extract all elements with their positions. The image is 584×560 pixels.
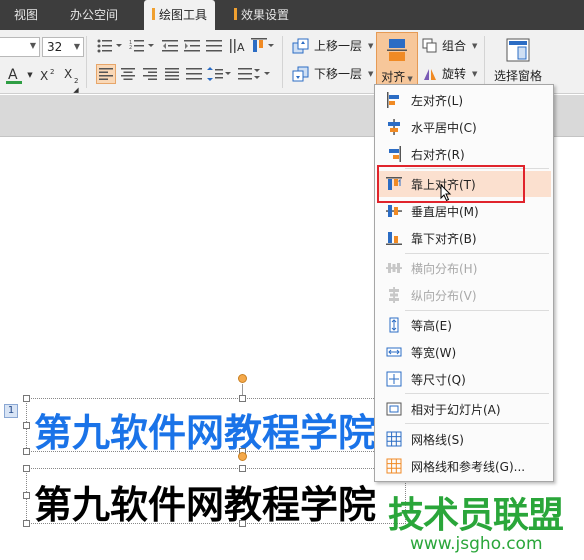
- align-icon: [387, 39, 407, 61]
- paragraph-spacing-icon[interactable]: [236, 64, 272, 84]
- group-icon: [422, 38, 437, 53]
- rotate-button[interactable]: 旋转 ▼: [422, 64, 477, 84]
- ribbon-tab-bar: 视图 办公空间 绘图工具 效果设置: [0, 0, 584, 30]
- paragraph-dialog-launcher-icon[interactable]: ◢: [72, 86, 80, 94]
- align-center-h-icon: [383, 118, 405, 136]
- mouse-cursor-icon: [440, 183, 452, 205]
- superscript-icon[interactable]: X2: [38, 64, 58, 86]
- tab-marker: [234, 8, 237, 20]
- align-dropdown-menu: 左对齐(L) 水平居中(C) 右对齐(R) 靠上对齐(T) 垂直居中(M) 靠下…: [374, 84, 554, 482]
- textbox-2-text[interactable]: 第九软件网教程学院: [34, 474, 376, 529]
- svg-text:X: X: [40, 69, 48, 83]
- tab-marker: [152, 8, 155, 20]
- menu-item-distribute-h: 横向分布(H): [377, 255, 551, 281]
- watermark-url: www.jsgho.com: [410, 534, 543, 554]
- ribbon-separator: [282, 36, 283, 88]
- rotation-handle[interactable]: [238, 452, 247, 461]
- resize-handle[interactable]: [239, 465, 246, 472]
- resize-handle[interactable]: [239, 395, 246, 402]
- textbox-1-text[interactable]: 第九软件网教程学院: [34, 402, 376, 457]
- font-color-icon[interactable]: A: [2, 64, 26, 86]
- rotation-handle[interactable]: [238, 374, 247, 383]
- resize-handle[interactable]: [23, 448, 30, 455]
- ribbon-separator: [86, 36, 87, 88]
- svg-text:2: 2: [129, 45, 132, 51]
- align-bottom-icon: [383, 229, 405, 247]
- menu-item-equal-width[interactable]: 等宽(W): [377, 339, 551, 365]
- svg-text:X: X: [64, 67, 72, 81]
- menu-item-align-left[interactable]: 左对齐(L): [377, 87, 551, 113]
- font-color-dropdown-icon[interactable]: ▼: [26, 70, 34, 80]
- menu-separator: [405, 423, 549, 424]
- menu-separator: [405, 310, 549, 311]
- grid-icon: [383, 430, 405, 448]
- tab-effects[interactable]: 效果设置: [234, 0, 289, 30]
- font-name-dropdown[interactable]: ▼: [0, 37, 40, 57]
- menu-item-gridlines[interactable]: 网格线(S): [377, 426, 551, 452]
- svg-text:A: A: [8, 67, 18, 83]
- center-text-icon[interactable]: [118, 64, 138, 84]
- relative-slide-icon: [383, 400, 405, 418]
- menu-separator: [405, 393, 549, 394]
- svg-text:2: 2: [74, 77, 78, 84]
- menu-item-relative-slide[interactable]: 相对于幻灯片(A): [377, 396, 551, 422]
- line-spacing-icon[interactable]: [206, 64, 232, 84]
- resize-handle[interactable]: [23, 492, 30, 499]
- equal-height-icon: [383, 316, 405, 334]
- distribute-v-icon: [383, 286, 405, 304]
- equal-width-icon: [383, 343, 405, 361]
- align-right-text-icon[interactable]: [140, 64, 160, 84]
- numbered-list-icon[interactable]: 12: [128, 36, 156, 56]
- font-size-dropdown[interactable]: 32 ▼: [42, 37, 84, 57]
- grid-guides-icon: [383, 457, 405, 475]
- bring-forward-icon: [292, 38, 309, 54]
- align-right-icon: [383, 145, 405, 163]
- ribbon-separator: [484, 36, 485, 88]
- svg-text:2: 2: [50, 68, 54, 76]
- bring-forward-button[interactable]: 上移一层 ▼: [292, 36, 373, 56]
- distribute-h-icon: [383, 259, 405, 277]
- resize-handle[interactable]: [23, 520, 30, 527]
- resize-handle[interactable]: [23, 465, 30, 472]
- menu-item-distribute-v: 纵向分布(V): [377, 282, 551, 308]
- watermark-title: 技术员联盟: [388, 495, 564, 536]
- menu-item-grid-guides[interactable]: 网格线和参考线(G)...: [377, 453, 551, 479]
- subscript-icon[interactable]: X2: [62, 64, 82, 86]
- menu-item-align-center-h[interactable]: 水平居中(C): [377, 114, 551, 140]
- align-text-top-icon[interactable]: [250, 36, 276, 56]
- svg-text:A: A: [237, 41, 245, 53]
- line-break-icon[interactable]: [204, 36, 224, 56]
- align-middle-v-icon: [383, 202, 405, 220]
- decrease-indent-icon[interactable]: [160, 36, 180, 56]
- menu-separator: [405, 253, 549, 254]
- tab-drawing-tools[interactable]: 绘图工具: [144, 0, 216, 30]
- resize-handle[interactable]: [23, 395, 30, 402]
- tab-view[interactable]: 视图: [14, 0, 38, 30]
- equal-size-icon: [383, 370, 405, 388]
- increase-indent-icon[interactable]: [182, 36, 202, 56]
- bullet-list-icon[interactable]: [96, 36, 124, 56]
- resize-handle[interactable]: [23, 422, 30, 429]
- menu-item-align-right[interactable]: 右对齐(R): [377, 141, 551, 167]
- justify-text-icon[interactable]: [162, 64, 182, 84]
- menu-item-equal-size[interactable]: 等尺寸(Q): [377, 366, 551, 392]
- menu-item-align-bottom[interactable]: 靠下对齐(B): [377, 225, 551, 251]
- align-dropdown-button[interactable]: 对齐 ▼: [376, 32, 418, 88]
- menu-item-equal-height[interactable]: 等高(E): [377, 312, 551, 338]
- slide-number: 1: [4, 404, 18, 418]
- send-backward-button[interactable]: 下移一层 ▼: [292, 64, 373, 84]
- send-backward-icon: [292, 66, 309, 82]
- align-left-icon: [383, 91, 405, 109]
- selection-pane-button[interactable]: 选择窗格: [490, 34, 546, 88]
- group-button[interactable]: 组合 ▼: [422, 36, 477, 56]
- resize-handle[interactable]: [239, 520, 246, 527]
- selection-pane-icon: [506, 38, 530, 62]
- rotate-icon: [424, 69, 436, 80]
- align-left-text-icon[interactable]: [96, 64, 116, 84]
- text-direction-icon[interactable]: A: [228, 36, 248, 56]
- tab-office-space[interactable]: 办公空间: [70, 0, 118, 30]
- distribute-text-icon[interactable]: [184, 64, 204, 84]
